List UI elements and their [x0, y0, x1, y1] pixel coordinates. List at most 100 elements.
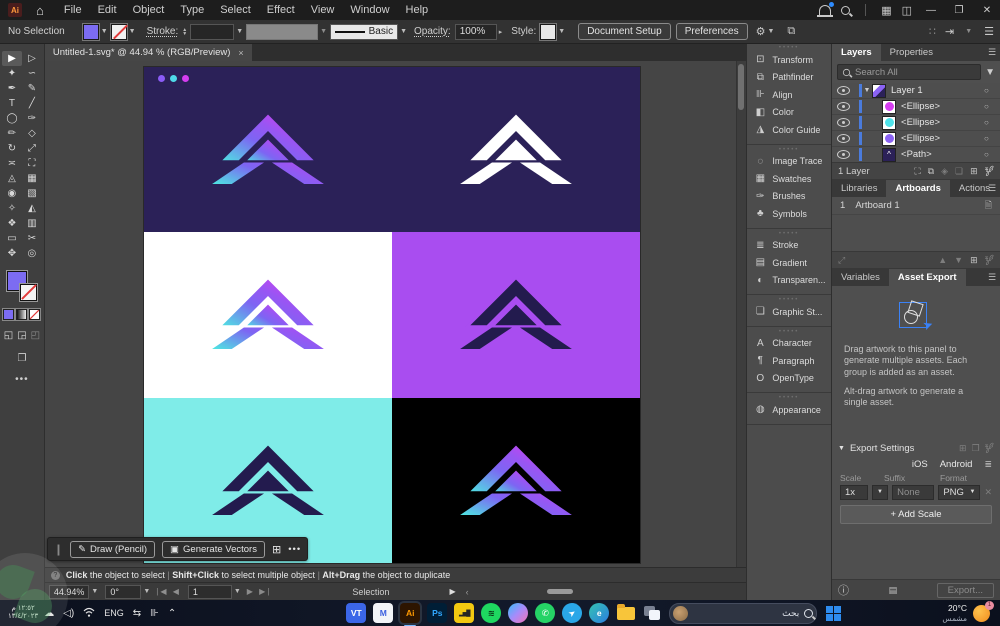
preferences-button[interactable]: Preferences: [676, 23, 748, 40]
mesh-tool[interactable]: ◉: [2, 186, 22, 201]
brush-chevron-icon[interactable]: ▼: [400, 28, 407, 35]
filter-icon[interactable]: ▼: [985, 67, 995, 78]
minimize-button[interactable]: —: [922, 5, 940, 16]
taskbar-search[interactable]: بحث: [669, 603, 817, 624]
app-spotify[interactable]: ≋: [481, 603, 501, 623]
new-artboard-icon[interactable]: ⊞: [970, 255, 978, 266]
panel-menu-icon[interactable]: ☰: [988, 183, 996, 194]
tab-properties[interactable]: Properties: [881, 44, 942, 61]
dock-panel-symbols[interactable]: ♣Symbols: [747, 205, 831, 223]
add-scale-button[interactable]: + Add Scale: [840, 505, 992, 524]
panel-menu-icon[interactable]: ☰: [988, 47, 996, 58]
brush-definition[interactable]: Basic: [330, 24, 398, 40]
app-vt[interactable]: VT: [346, 603, 366, 623]
tab-layers[interactable]: Layers: [832, 44, 881, 61]
vertical-scrollbar[interactable]: [736, 61, 746, 567]
arrow-logo[interactable]: [460, 444, 572, 518]
control-menu-icon[interactable]: ☰: [984, 25, 994, 38]
collapse-chevron-icon[interactable]: ▼: [838, 445, 845, 452]
eyedropper-tool[interactable]: ✧: [2, 201, 22, 216]
dock-panel-gradient[interactable]: ▤Gradient: [747, 254, 831, 272]
windows-start-button[interactable]: [826, 606, 841, 621]
canvas[interactable]: ❙ ✎ Draw (Pencil) ▣ Generate Vectors ⊞ •…: [45, 61, 746, 567]
horizontal-scroll-thumb[interactable]: [547, 589, 573, 594]
app-powerbi[interactable]: ▂▅█: [454, 603, 474, 623]
close-button[interactable]: ✕: [978, 5, 996, 16]
panel-arrange-icon[interactable]: ⇥: [945, 25, 954, 38]
stroke-stepper[interactable]: ▲▼: [182, 28, 187, 36]
document-tab[interactable]: Untitled-1.svg* @ 44.94 % (RGB/Preview) …: [45, 44, 252, 61]
notifications-bell-icon[interactable]: [819, 5, 831, 15]
suffix-input[interactable]: None: [892, 485, 934, 500]
locate-object-icon[interactable]: ⧉: [928, 166, 934, 177]
symbol-sprayer-tool[interactable]: ❖: [2, 216, 22, 231]
stroke-proxy[interactable]: [20, 284, 37, 301]
visibility-eye-icon[interactable]: [837, 118, 850, 127]
free-transform-tool[interactable]: ⛶: [22, 156, 42, 171]
opacity-label[interactable]: Opacity:: [414, 26, 451, 37]
draw-normal-mode-icon[interactable]: ◱: [4, 328, 13, 343]
rotation-chevron-icon[interactable]: ▼: [143, 588, 150, 595]
zoom-level-field[interactable]: 44.94%: [49, 585, 90, 599]
change-screen-mode-icon[interactable]: ❐: [0, 353, 44, 364]
style-chevron-icon[interactable]: ▼: [558, 28, 565, 35]
visibility-eye-icon[interactable]: [837, 86, 850, 95]
restore-button[interactable]: ❐: [950, 5, 968, 16]
dock-panel-opentype[interactable]: OOpenType: [747, 370, 831, 388]
style-swatch[interactable]: [540, 24, 556, 40]
fill-stroke-indicator[interactable]: [7, 271, 37, 301]
collect-export-icon[interactable]: ⛶: [914, 166, 920, 177]
vertical-scroll-thumb[interactable]: [738, 64, 744, 110]
rotation-field[interactable]: 0°: [105, 585, 141, 599]
quick-settings-icon[interactable]: ⇆: [133, 608, 141, 619]
artboard-page-icon[interactable]: 🗎: [985, 198, 992, 214]
hand-tool[interactable]: ✥: [2, 246, 22, 261]
arrow-logo[interactable]: [460, 278, 572, 352]
target-circle-icon[interactable]: ○: [984, 134, 1000, 143]
stroke-weight-label[interactable]: Stroke:: [147, 26, 179, 37]
artboard-cell-1[interactable]: [144, 67, 392, 232]
target-circle-icon[interactable]: ○: [984, 102, 1000, 111]
launch-settings-icon[interactable]: ≣: [984, 459, 992, 470]
artboard-cell-4[interactable]: [392, 232, 640, 398]
app-illustrator[interactable]: Ai: [400, 603, 420, 623]
lasso-tool[interactable]: ∽: [22, 66, 42, 81]
tab-artboards[interactable]: Artboards: [886, 180, 949, 197]
dock-panel-brushes[interactable]: ✑Brushes: [747, 188, 831, 206]
scale-tool[interactable]: ⤢: [22, 141, 42, 156]
info-icon[interactable]: ⓘ: [838, 582, 849, 598]
width-tool[interactable]: ≍: [2, 156, 22, 171]
draw-behind-mode-icon[interactable]: ◲: [17, 328, 26, 343]
dock-panel-pathfinder[interactable]: ⧉Pathfinder: [747, 69, 831, 87]
arrow-logo[interactable]: [212, 113, 324, 187]
type-tool[interactable]: T: [2, 96, 22, 111]
workspace-grid-icon[interactable]: ▦: [881, 4, 891, 17]
dock-panel-character[interactable]: ACharacter: [747, 335, 831, 353]
stroke-chevron-icon[interactable]: ▼: [129, 28, 136, 35]
dock-panel-align[interactable]: ⊪Align: [747, 86, 831, 104]
layer-row-4[interactable]: ^<Path>○: [832, 147, 1000, 162]
status-play-icon[interactable]: ▶: [449, 587, 455, 596]
scale-value-field[interactable]: 1x: [840, 485, 868, 500]
shaper-tool[interactable]: ✏: [2, 126, 22, 141]
perspective-grid-tool[interactable]: ▦: [22, 171, 42, 186]
zoom-chevron-icon[interactable]: ▼: [91, 588, 98, 595]
export-list-icon[interactable]: ▤: [889, 585, 898, 596]
dock-panel-swatches[interactable]: ▦Swatches: [747, 170, 831, 188]
selection-options-icon[interactable]: ⚙: [756, 25, 766, 38]
menu-object[interactable]: Object: [125, 2, 173, 18]
app-edge[interactable]: e: [589, 603, 609, 623]
expand-layer-icon[interactable]: ▼: [862, 87, 872, 94]
menu-select[interactable]: Select: [212, 2, 259, 18]
visibility-eye-icon[interactable]: [837, 134, 850, 143]
app-photoshop[interactable]: Ps: [427, 603, 447, 623]
first-artboard-icon[interactable]: |◀ ◀: [156, 587, 181, 596]
line-segment-tool[interactable]: ╱: [22, 96, 42, 111]
dock-panel-image-trace[interactable]: ◌Image Trace: [747, 153, 831, 171]
tab-libraries[interactable]: Libraries: [832, 180, 886, 197]
opacity-expand-icon[interactable]: ▸: [499, 28, 503, 36]
tab-close-icon[interactable]: ×: [238, 48, 243, 58]
home-icon[interactable]: ⌂: [36, 3, 44, 18]
taskbar-clock[interactable]: ١٢:٥٢ م١٣/٤/٢٠٢٣: [8, 605, 38, 622]
volume-icon[interactable]: ◁): [63, 608, 74, 619]
